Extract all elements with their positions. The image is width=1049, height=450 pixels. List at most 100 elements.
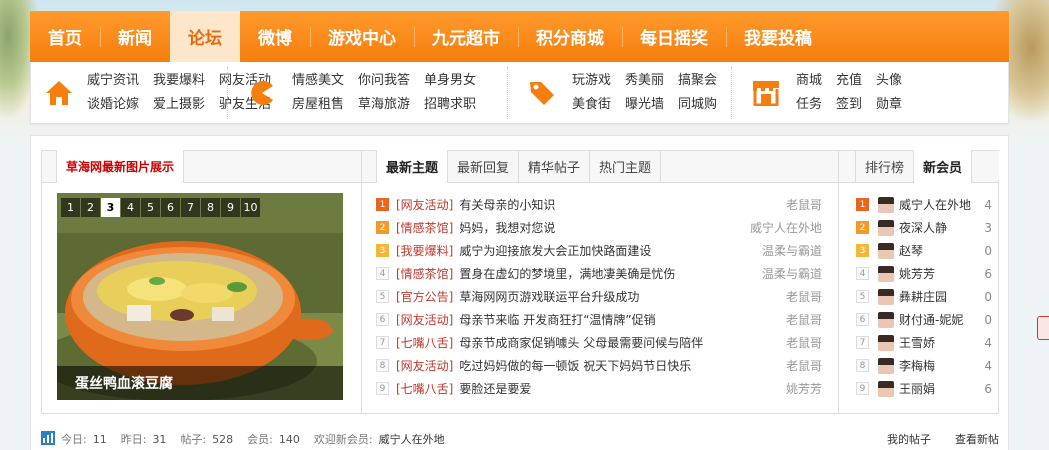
pager-button[interactable]: 9	[221, 198, 240, 217]
welcome-member-link[interactable]: 威宁人在外地	[379, 433, 445, 446]
topic-title[interactable]: 有关母亲的小知识	[459, 196, 732, 213]
topic-category[interactable]: [情感茶馆]	[396, 219, 453, 236]
pager-button[interactable]: 2	[81, 198, 100, 217]
topic-author[interactable]: 温柔与霸道	[732, 265, 822, 282]
subnav-link[interactable]: 充值	[836, 70, 862, 92]
nav-item[interactable]: 新闻	[100, 11, 170, 62]
subnav-link[interactable]: 签到	[836, 94, 862, 116]
subnav-link[interactable]: 头像	[876, 70, 902, 92]
tab-latest-pictures[interactable]: 草海网最新图片展示	[56, 150, 185, 183]
member-name[interactable]: 姚芳芳	[899, 265, 980, 282]
topic-tab[interactable]: 最新回复	[448, 150, 520, 182]
nav-item[interactable]: 微博	[240, 11, 310, 62]
subnav-link[interactable]: 我要爆料	[153, 70, 205, 92]
nav-item[interactable]: 九元超市	[414, 11, 518, 62]
member-name[interactable]: 彝耕庄园	[899, 288, 980, 305]
subnav-link[interactable]: 商城	[796, 70, 822, 92]
my-posts-link[interactable]: 我的帖子	[887, 431, 931, 447]
pager-button[interactable]: 7	[181, 198, 200, 217]
topic-tab[interactable]: 精华帖子	[519, 150, 591, 182]
member-name[interactable]: 王雪娇	[899, 334, 980, 351]
topic-title[interactable]: 草海网网页游戏联运平台升级成功	[459, 288, 732, 305]
member-tab[interactable]: 排行榜	[855, 150, 915, 182]
topic-title[interactable]: 置身在虚幻的梦境里，满地凄美确是忧伤	[459, 265, 732, 282]
pager-button[interactable]: 1	[61, 198, 80, 217]
topic-category[interactable]: [网友活动]	[396, 196, 453, 213]
topic-tab[interactable]: 最新主题	[376, 150, 449, 183]
topic-author[interactable]: 老鼠哥	[732, 196, 822, 213]
avatar[interactable]	[878, 196, 894, 213]
topic-title[interactable]: 威宁为迎接旅发大会正加快路面建设	[459, 242, 732, 259]
nav-item[interactable]: 我要投稿	[726, 11, 830, 62]
subnav-link[interactable]: 任务	[796, 94, 822, 116]
nav-item[interactable]: 游戏中心	[310, 11, 414, 62]
subnav-link[interactable]: 房屋租售	[292, 94, 344, 116]
topic-author[interactable]: 老鼠哥	[732, 357, 822, 374]
avatar[interactable]	[878, 288, 894, 305]
topic-category[interactable]: [网友活动]	[396, 357, 453, 374]
topic-title[interactable]: 吃过妈妈做的每一顿饭 祝天下妈妈节日快乐	[459, 357, 732, 374]
subnav-link[interactable]: 你问我答	[358, 70, 410, 92]
topic-tab[interactable]: 热门主题	[590, 150, 662, 182]
pager-button[interactable]: 4	[121, 198, 140, 217]
view-new-posts-link[interactable]: 查看新帖	[955, 431, 999, 447]
nav-item[interactable]: 每日摇奖	[622, 11, 726, 62]
topic-author[interactable]: 老鼠哥	[732, 334, 822, 351]
subnav-link[interactable]: 单身男女	[424, 70, 476, 92]
subnav-link[interactable]: 谈婚论嫁	[87, 94, 139, 116]
pager-button[interactable]: 8	[201, 198, 220, 217]
subnav-link[interactable]: 草海旅游	[358, 94, 410, 116]
nav-item[interactable]: 首页	[30, 11, 100, 62]
avatar[interactable]	[878, 265, 894, 282]
member-name[interactable]: 赵琴	[899, 242, 980, 259]
pager-button[interactable]: 6	[161, 198, 180, 217]
avatar[interactable]	[878, 357, 894, 374]
member-name[interactable]: 威宁人在外地	[899, 196, 980, 213]
subnav-link[interactable]: 搞聚会	[678, 70, 717, 92]
topic-category[interactable]: [官方公告]	[396, 288, 453, 305]
pager-button[interactable]: 5	[141, 198, 160, 217]
member-name[interactable]: 王丽娟	[899, 380, 980, 397]
picture-slider[interactable]: 1 2 3 4 5 6 7 8 9 10 蛋丝鸭血滚豆腐	[57, 193, 343, 400]
avatar[interactable]	[878, 334, 894, 351]
subnav-link[interactable]: 勋章	[876, 94, 902, 116]
topic-author[interactable]: 威宁人在外地	[732, 219, 822, 236]
picture-caption[interactable]: 蛋丝鸭血滚豆腐	[57, 366, 343, 400]
topic-title[interactable]: 妈妈，我想对您说	[459, 219, 732, 236]
topic-category[interactable]: [七嘴八舌]	[396, 380, 453, 397]
subnav-link[interactable]: 秀美丽	[625, 70, 664, 92]
topic-title[interactable]: 要脸还是要爱	[459, 380, 732, 397]
member-name[interactable]: 夜深人静	[899, 219, 980, 236]
subnav-link[interactable]: 爱上摄影	[153, 94, 205, 116]
member-name[interactable]: 李梅梅	[899, 357, 980, 374]
member-row: 6 财付通-妮妮 0	[856, 308, 992, 331]
subnav-link[interactable]: 美食街	[572, 94, 611, 116]
member-name[interactable]: 财付通-妮妮	[899, 311, 980, 328]
avatar[interactable]	[878, 380, 894, 397]
topic-category[interactable]: [我要爆料]	[396, 242, 453, 259]
avatar[interactable]	[878, 219, 894, 236]
nav-item[interactable]: 论坛	[170, 11, 240, 62]
member-tab[interactable]: 新会员	[914, 150, 973, 183]
topic-title[interactable]: 母亲节来临 开发商狂打“温情牌”促销	[459, 311, 732, 328]
subnav-link[interactable]: 玩游戏	[572, 70, 611, 92]
subnav-link[interactable]: 威宁资讯	[87, 70, 139, 92]
topic-category[interactable]: [情感茶馆]	[396, 265, 453, 282]
subnav-link[interactable]: 情感美文	[292, 70, 344, 92]
subnav-link[interactable]: 同城购	[678, 94, 717, 116]
side-float-widget[interactable]	[1037, 316, 1049, 340]
subnav-link[interactable]: 招聘求职	[424, 94, 476, 116]
topic-category[interactable]: [七嘴八舌]	[396, 334, 453, 351]
topic-title[interactable]: 母亲节成商家促销噱头 父母最需要问候与陪伴	[459, 334, 732, 351]
topic-author[interactable]: 老鼠哥	[732, 311, 822, 328]
topic-author[interactable]: 温柔与霸道	[732, 242, 822, 259]
avatar[interactable]	[878, 311, 894, 328]
topic-author[interactable]: 老鼠哥	[732, 288, 822, 305]
avatar[interactable]	[878, 242, 894, 259]
topic-author[interactable]: 姚芳芳	[732, 380, 822, 397]
nav-item[interactable]: 积分商城	[518, 11, 622, 62]
pager-button[interactable]: 3	[101, 198, 120, 217]
pager-button[interactable]: 10	[241, 198, 260, 217]
topic-category[interactable]: [网友活动]	[396, 311, 453, 328]
subnav-link[interactable]: 曝光墙	[625, 94, 664, 116]
